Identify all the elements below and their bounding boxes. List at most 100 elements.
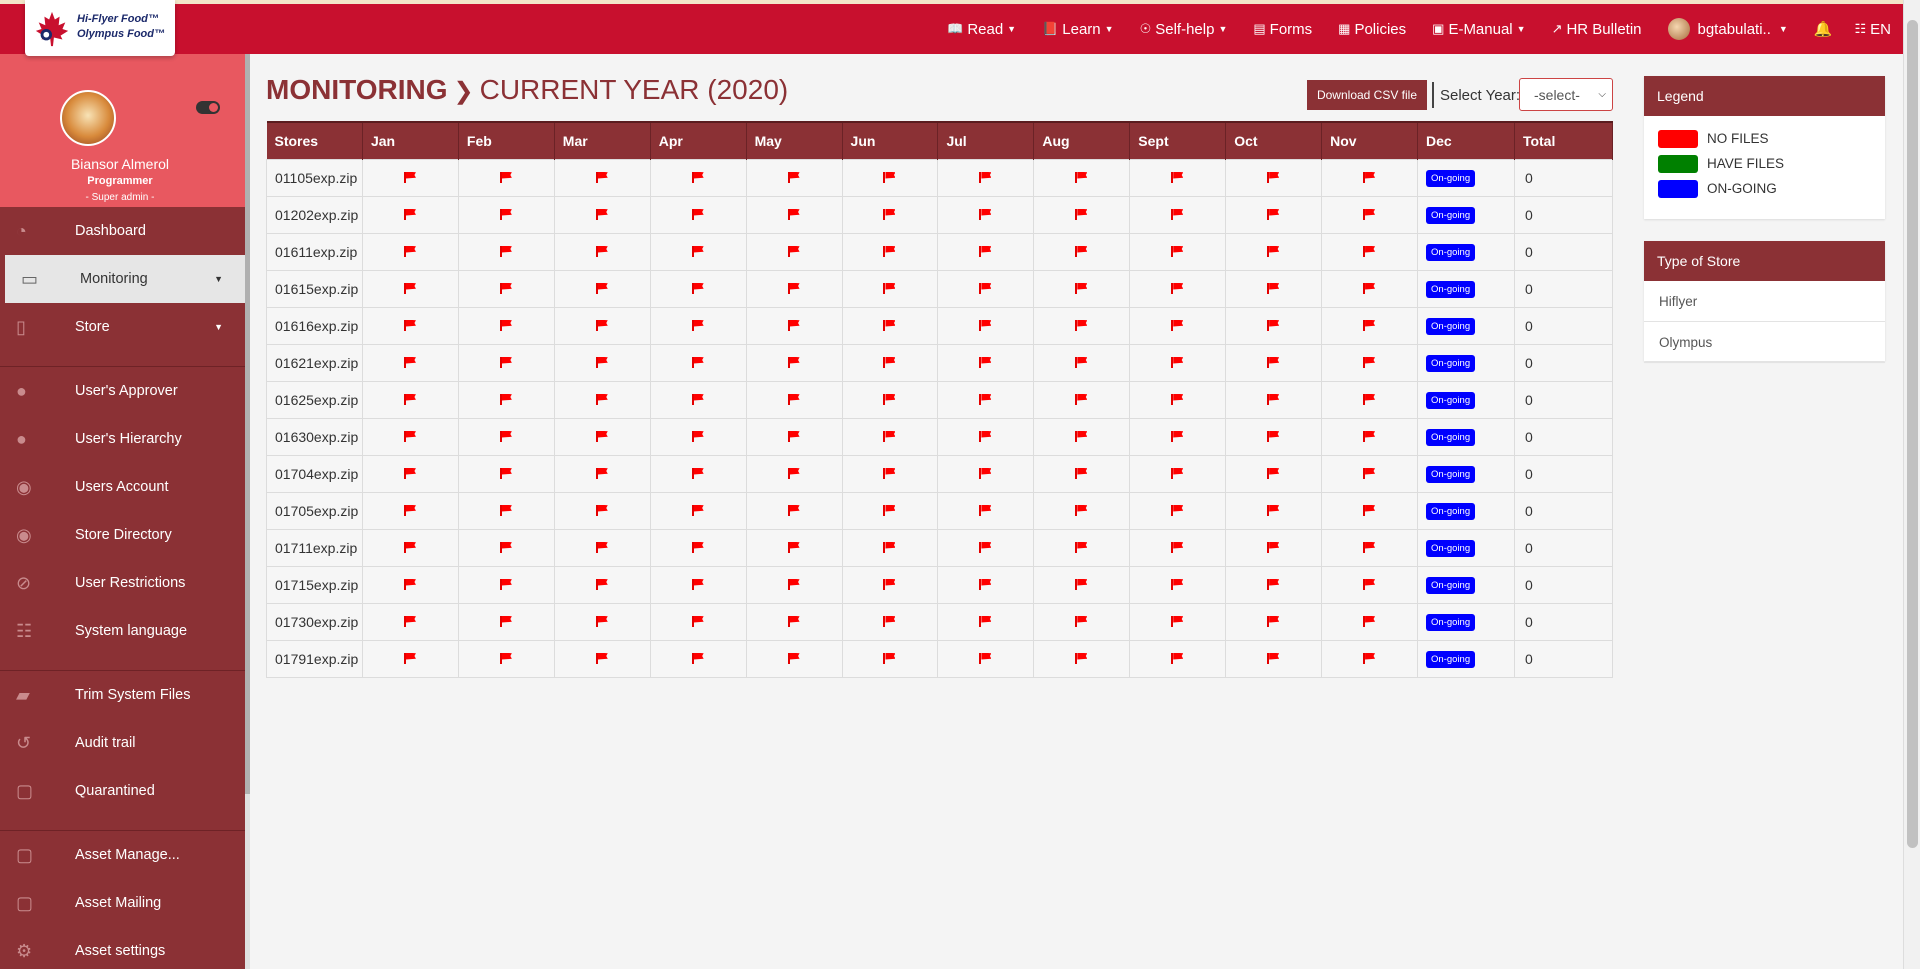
- month-status-cell[interactable]: [553, 380, 651, 419]
- sidebar-toggle[interactable]: [196, 101, 220, 114]
- month-status-cell[interactable]: [649, 158, 747, 197]
- month-status-cell[interactable]: [1321, 602, 1419, 641]
- month-status-cell[interactable]: [1033, 343, 1131, 382]
- column-header-oct[interactable]: Oct: [1225, 121, 1323, 159]
- month-status-cell[interactable]: [1225, 343, 1323, 382]
- month-status-cell[interactable]: [1321, 158, 1419, 197]
- month-status-cell[interactable]: [649, 565, 747, 604]
- month-status-cell[interactable]: [649, 380, 747, 419]
- column-header-apr[interactable]: Apr: [650, 121, 747, 159]
- month-status-cell[interactable]: [553, 306, 651, 345]
- month-status-cell[interactable]: [745, 491, 843, 530]
- sidebar-item-quarantined[interactable]: ▢ Quarantined: [0, 767, 245, 815]
- month-status-cell[interactable]: [649, 343, 747, 382]
- month-status-cell[interactable]: [841, 565, 939, 604]
- month-status-cell[interactable]: [649, 602, 747, 641]
- nav-e-manual[interactable]: ▣ E-Manual ▼: [1432, 21, 1525, 38]
- month-status-cell[interactable]: [361, 232, 459, 271]
- month-status-cell[interactable]: [841, 232, 939, 271]
- month-status-cell[interactable]: [361, 195, 459, 234]
- month-status-cell[interactable]: [1321, 417, 1419, 456]
- month-status-cell[interactable]: [553, 232, 651, 271]
- dec-status-cell[interactable]: On-going: [1417, 343, 1515, 382]
- month-status-cell[interactable]: [1129, 565, 1227, 604]
- month-status-cell[interactable]: [1033, 306, 1131, 345]
- month-status-cell[interactable]: [1321, 343, 1419, 382]
- dec-status-cell[interactable]: On-going: [1417, 565, 1515, 604]
- nav-learn[interactable]: 📕 Learn ▼: [1042, 21, 1113, 38]
- month-status-cell[interactable]: [937, 306, 1035, 345]
- month-status-cell[interactable]: [1129, 454, 1227, 493]
- column-header-feb[interactable]: Feb: [458, 121, 555, 159]
- month-status-cell[interactable]: [553, 417, 651, 456]
- store-type-hiflyer[interactable]: Hiflyer: [1644, 281, 1885, 322]
- column-header-stores[interactable]: Stores: [266, 121, 363, 159]
- month-status-cell[interactable]: [841, 158, 939, 197]
- column-header-jun[interactable]: Jun: [842, 121, 939, 159]
- month-status-cell[interactable]: [937, 232, 1035, 271]
- month-status-cell[interactable]: [1129, 602, 1227, 641]
- year-select[interactable]: -select- ⌵: [1519, 78, 1613, 111]
- month-status-cell[interactable]: [649, 269, 747, 308]
- month-status-cell[interactable]: [457, 491, 555, 530]
- month-status-cell[interactable]: [745, 565, 843, 604]
- month-status-cell[interactable]: [1225, 158, 1323, 197]
- month-status-cell[interactable]: [1225, 380, 1323, 419]
- month-status-cell[interactable]: [1225, 417, 1323, 456]
- dec-status-cell[interactable]: On-going: [1417, 306, 1515, 345]
- month-status-cell[interactable]: [937, 565, 1035, 604]
- month-status-cell[interactable]: [841, 602, 939, 641]
- month-status-cell[interactable]: [1129, 232, 1227, 271]
- sidebar-item-store[interactable]: ▯ Store ▼: [0, 303, 245, 351]
- month-status-cell[interactable]: [1321, 269, 1419, 308]
- month-status-cell[interactable]: [745, 158, 843, 197]
- month-status-cell[interactable]: [1033, 380, 1131, 419]
- month-status-cell[interactable]: [553, 454, 651, 493]
- month-status-cell[interactable]: [649, 491, 747, 530]
- month-status-cell[interactable]: [361, 158, 459, 197]
- month-status-cell[interactable]: [649, 528, 747, 567]
- month-status-cell[interactable]: [937, 417, 1035, 456]
- dec-status-cell[interactable]: On-going: [1417, 639, 1515, 678]
- page-scrollbar[interactable]: [1903, 0, 1920, 969]
- column-header-mar[interactable]: Mar: [554, 121, 651, 159]
- avatar[interactable]: [60, 90, 116, 146]
- month-status-cell[interactable]: [1225, 232, 1323, 271]
- month-status-cell[interactable]: [1225, 639, 1323, 678]
- month-status-cell[interactable]: [1129, 380, 1227, 419]
- sidebar-item-asset-mailing[interactable]: ▢ Asset Mailing: [0, 879, 245, 927]
- sidebar-item-trim-system-files[interactable]: ▰ Trim System Files: [0, 671, 245, 719]
- month-status-cell[interactable]: [1033, 269, 1131, 308]
- month-status-cell[interactable]: [841, 380, 939, 419]
- month-status-cell[interactable]: [841, 306, 939, 345]
- dec-status-cell[interactable]: On-going: [1417, 158, 1515, 197]
- column-header-aug[interactable]: Aug: [1033, 121, 1131, 159]
- month-status-cell[interactable]: [841, 343, 939, 382]
- month-status-cell[interactable]: [457, 343, 555, 382]
- month-status-cell[interactable]: [1033, 639, 1131, 678]
- month-status-cell[interactable]: [1225, 602, 1323, 641]
- dec-status-cell[interactable]: On-going: [1417, 195, 1515, 234]
- month-status-cell[interactable]: [649, 232, 747, 271]
- nav-user-menu[interactable]: bgtabulati.. ▼: [1667, 18, 1788, 40]
- month-status-cell[interactable]: [1225, 528, 1323, 567]
- month-status-cell[interactable]: [1225, 269, 1323, 308]
- nav-hr-bulletin[interactable]: ↗ HR Bulletin: [1552, 21, 1642, 38]
- month-status-cell[interactable]: [649, 639, 747, 678]
- month-status-cell[interactable]: [937, 380, 1035, 419]
- month-status-cell[interactable]: [361, 417, 459, 456]
- month-status-cell[interactable]: [745, 195, 843, 234]
- month-status-cell[interactable]: [361, 380, 459, 419]
- month-status-cell[interactable]: [1129, 491, 1227, 530]
- dec-status-cell[interactable]: On-going: [1417, 528, 1515, 567]
- month-status-cell[interactable]: [553, 602, 651, 641]
- month-status-cell[interactable]: [841, 639, 939, 678]
- month-status-cell[interactable]: [457, 195, 555, 234]
- sidebar-item-monitoring[interactable]: ▭ Monitoring ▼: [5, 255, 245, 303]
- store-type-olympus[interactable]: Olympus: [1644, 322, 1885, 363]
- month-status-cell[interactable]: [1321, 454, 1419, 493]
- month-status-cell[interactable]: [745, 232, 843, 271]
- month-status-cell[interactable]: [937, 602, 1035, 641]
- month-status-cell[interactable]: [1033, 528, 1131, 567]
- nav-read[interactable]: 📖 Read ▼: [947, 21, 1016, 38]
